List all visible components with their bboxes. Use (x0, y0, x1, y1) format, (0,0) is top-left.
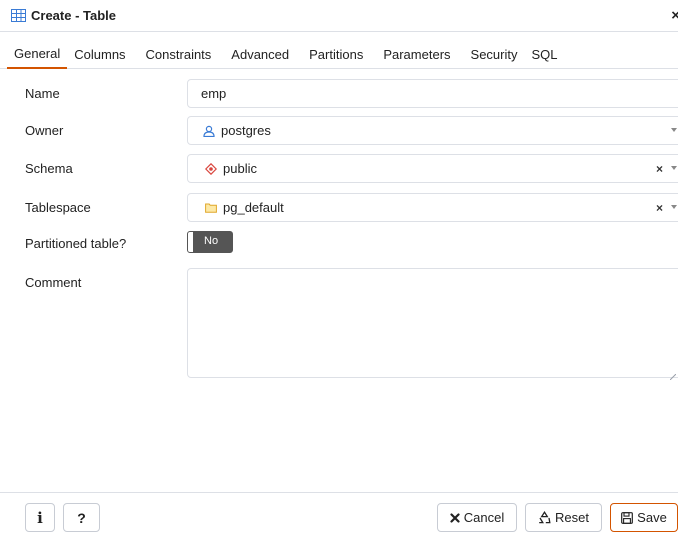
tab-partitions[interactable]: Partitions (302, 40, 370, 68)
toggle-state: No (204, 235, 219, 247)
schema-select[interactable]: public × (187, 154, 678, 183)
name-input[interactable]: emp (187, 79, 678, 108)
tab-general[interactable]: General (7, 40, 68, 69)
owner-select[interactable]: postgres (187, 116, 678, 145)
comment-label: Comment (25, 275, 82, 290)
schema-label: Schema (25, 161, 73, 176)
save-label: Save (637, 510, 667, 525)
tab-security[interactable]: Security (464, 40, 525, 68)
floppy-disk-icon (621, 511, 634, 524)
save-button[interactable]: Save (610, 503, 678, 532)
schema-icon (205, 162, 217, 175)
tablespace-value: pg_default (223, 200, 284, 215)
reset-button[interactable]: Reset (525, 503, 602, 532)
folder-icon (205, 202, 217, 213)
close-icon[interactable]: × (671, 7, 678, 24)
tab-advanced[interactable]: Advanced (224, 40, 296, 68)
name-value: emp (201, 86, 227, 101)
name-label: Name (25, 86, 60, 101)
chevron-down-icon[interactable] (671, 128, 677, 132)
help-button[interactable]: ? (63, 503, 100, 532)
reset-label: Reset (555, 510, 589, 525)
dialog-title: Create - Table (31, 8, 117, 23)
tab-bar: General Columns Constraints Advanced Par… (0, 40, 678, 69)
chevron-down-icon[interactable] (671, 205, 677, 209)
dialog-footer: i ? Cancel Reset Save (0, 492, 678, 535)
cancel-button[interactable]: Cancel (437, 503, 517, 532)
schema-value: public (223, 161, 257, 176)
toggle-knob (188, 232, 194, 252)
recycle-icon (538, 511, 551, 524)
partitioned-toggle[interactable]: No (187, 231, 233, 253)
resize-handle-icon[interactable] (669, 368, 677, 381)
tab-columns[interactable]: Columns (67, 40, 132, 68)
tablespace-label: Tablespace (25, 200, 91, 215)
table-icon (11, 9, 26, 22)
owner-value: postgres (221, 123, 271, 138)
info-button[interactable]: i (25, 503, 55, 532)
partitioned-label: Partitioned table? (25, 236, 127, 251)
user-icon (203, 125, 215, 137)
help-icon: ? (77, 509, 86, 526)
comment-textarea[interactable] (187, 268, 678, 381)
chevron-down-icon[interactable] (671, 166, 677, 170)
tab-constraints[interactable]: Constraints (139, 40, 219, 68)
cancel-label: Cancel (463, 510, 505, 525)
close-icon (450, 512, 460, 523)
owner-label: Owner (25, 123, 64, 138)
clear-icon[interactable]: × (656, 201, 663, 215)
tab-parameters[interactable]: Parameters (376, 40, 457, 68)
info-icon: i (37, 508, 43, 527)
clear-icon[interactable]: × (656, 162, 663, 176)
tab-sql[interactable]: SQL (525, 40, 565, 68)
tablespace-select[interactable]: pg_default × (187, 193, 678, 222)
dialog-titlebar: Create - Table × (0, 0, 678, 32)
